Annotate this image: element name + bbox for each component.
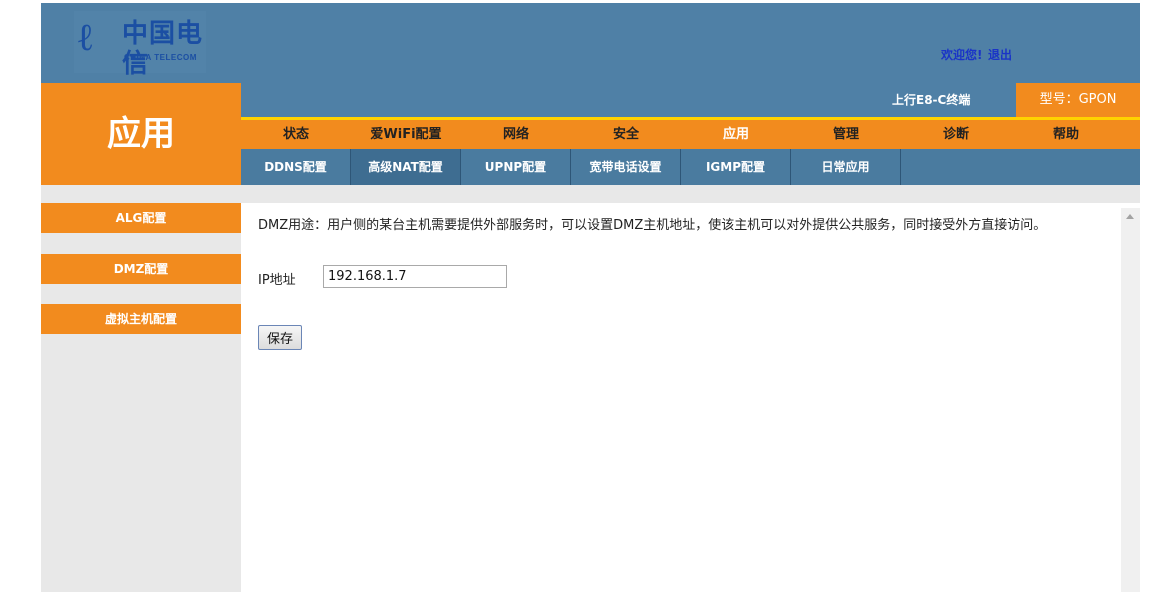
logo-english-text: CHINA TELECOM bbox=[124, 53, 197, 62]
header: ℓ 中国电信 CHINA TELECOM 欢迎您! 退出 bbox=[41, 3, 1140, 83]
tab-status[interactable]: 状态 bbox=[241, 120, 351, 149]
logout-link[interactable]: 退出 bbox=[988, 46, 1012, 63]
tab-management[interactable]: 管理 bbox=[791, 120, 901, 149]
router-admin-frame: ℓ 中国电信 CHINA TELECOM 欢迎您! 退出 应用 上行E8-C终端… bbox=[41, 3, 1140, 592]
tab-application[interactable]: 应用 bbox=[681, 120, 791, 149]
logo-chinese-text: 中国电信 bbox=[122, 19, 204, 79]
welcome-text: 欢迎您! bbox=[941, 48, 983, 62]
ip-address-label: IP地址 bbox=[258, 273, 296, 288]
dmz-description: DMZ用途：用户侧的某台主机需要提供外部服务时，可以设置DMZ主机地址，使该主机… bbox=[258, 218, 1047, 233]
sub-nav: DDNS配置 高级NAT配置 UPNP配置 宽带电话设置 IGMP配置 日常应用 bbox=[241, 149, 1140, 185]
main-content: DMZ用途：用户侧的某台主机需要提供外部服务时，可以设置DMZ主机地址，使该主机… bbox=[241, 203, 1121, 592]
page-title: 应用 bbox=[41, 83, 241, 185]
sidebar-item-virtual-host[interactable]: 虚拟主机配置 bbox=[41, 304, 241, 334]
device-type-label: 上行E8-C终端 bbox=[892, 93, 971, 107]
vertical-scrollbar[interactable] bbox=[1121, 208, 1140, 592]
subtab-advanced-nat[interactable]: 高级NAT配置 bbox=[351, 149, 461, 185]
tab-security[interactable]: 安全 bbox=[571, 120, 681, 149]
subtab-igmp[interactable]: IGMP配置 bbox=[681, 149, 791, 185]
model-badge: 型号：GPON bbox=[1016, 83, 1140, 117]
scroll-up-arrow-icon[interactable] bbox=[1126, 214, 1134, 219]
tab-wifi-config[interactable]: 爱WiFi配置 bbox=[351, 120, 461, 149]
china-telecom-logo: ℓ 中国电信 CHINA TELECOM bbox=[74, 11, 206, 79]
ip-address-input[interactable] bbox=[323, 265, 507, 288]
tab-diagnostics[interactable]: 诊断 bbox=[901, 120, 1011, 149]
subtab-upnp[interactable]: UPNP配置 bbox=[461, 149, 571, 185]
subtab-daily-apps[interactable]: 日常应用 bbox=[791, 149, 901, 185]
main-nav: 状态 爱WiFi配置 网络 安全 应用 管理 诊断 帮助 bbox=[241, 117, 1140, 149]
sidebar-item-dmz[interactable]: DMZ配置 bbox=[41, 254, 241, 284]
sidebar: ALG配置 DMZ配置 虚拟主机配置 bbox=[41, 203, 241, 592]
logo-mark-icon: ℓ bbox=[78, 14, 93, 59]
tab-help[interactable]: 帮助 bbox=[1011, 120, 1121, 149]
nav-spacer bbox=[41, 185, 1140, 203]
tab-network[interactable]: 网络 bbox=[461, 120, 571, 149]
save-button[interactable]: 保存 bbox=[258, 325, 302, 350]
sidebar-item-alg[interactable]: ALG配置 bbox=[41, 203, 241, 233]
subtab-ddns[interactable]: DDNS配置 bbox=[241, 149, 351, 185]
device-bar: 上行E8-C终端 型号：GPON bbox=[241, 83, 1140, 117]
subtab-voip[interactable]: 宽带电话设置 bbox=[571, 149, 681, 185]
